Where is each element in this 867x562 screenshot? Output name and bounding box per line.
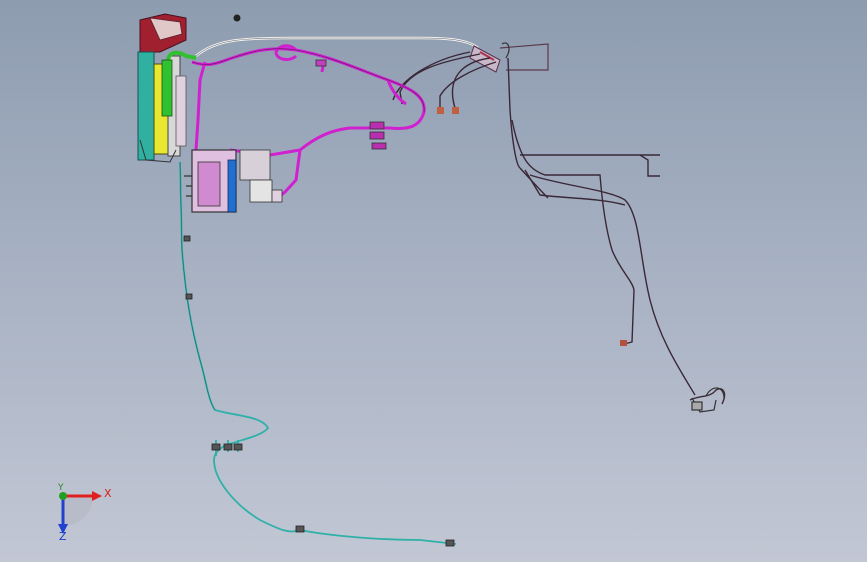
y-axis-label: Y	[58, 483, 64, 493]
center-junction-box	[184, 149, 283, 213]
bottom-right-connector	[691, 387, 725, 413]
teal-connectors	[183, 235, 455, 547]
cad-viewport[interactable]: X Y Z	[0, 0, 867, 562]
connector-end	[620, 340, 627, 346]
wire-harness-model[interactable]	[0, 0, 867, 562]
magenta-connectors	[315, 59, 387, 150]
connector-end	[437, 107, 444, 114]
x-axis-arrowhead	[92, 491, 102, 501]
y-axis-dot	[59, 492, 67, 500]
x-axis-label: X	[104, 487, 112, 500]
white-trunk-branch	[195, 36, 479, 57]
dark-harness-branches	[392, 51, 726, 405]
triad-background-quarter	[63, 496, 93, 526]
connector-end	[452, 107, 459, 114]
left-module-assembly	[137, 13, 197, 163]
origin-marker	[233, 14, 241, 22]
z-axis-label: Z	[59, 530, 67, 543]
teal-harness	[179, 161, 457, 545]
